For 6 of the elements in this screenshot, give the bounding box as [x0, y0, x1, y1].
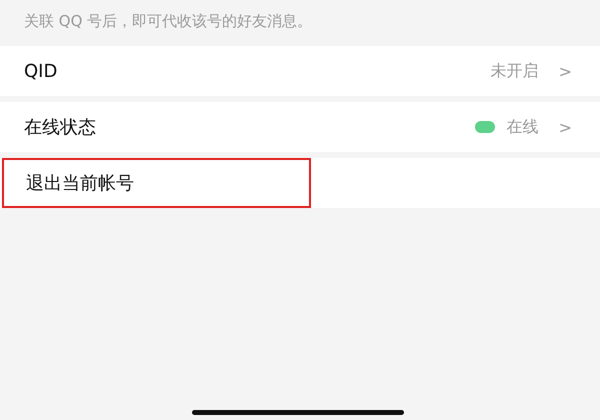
logout-button[interactable]: 退出当前帐号	[2, 158, 311, 208]
settings-row[interactable]: QID 未开启 >	[0, 46, 600, 96]
settings-row[interactable]: 在线状态 在线 >	[0, 102, 600, 152]
chevron-icon: >	[558, 62, 572, 80]
chevron-icon: >	[558, 118, 572, 136]
hint-text: 关联 QQ 号后，即可代收该号的好友消息。	[23, 11, 314, 32]
